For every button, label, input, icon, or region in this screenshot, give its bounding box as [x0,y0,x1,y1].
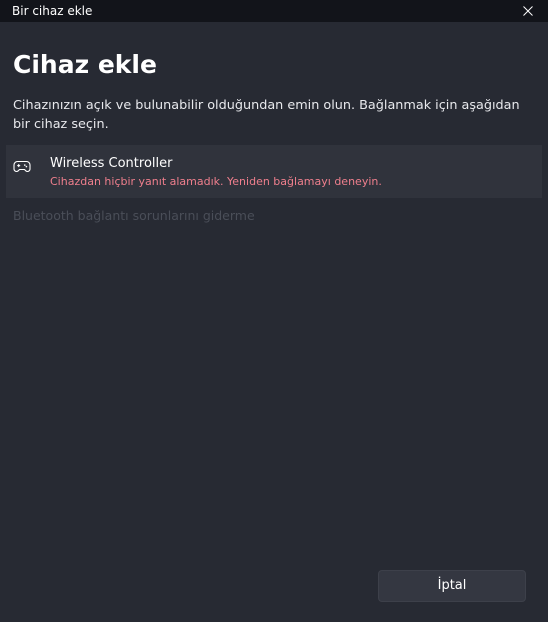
add-device-dialog: Bir cihaz ekle Cihaz ekle Cihazınızın aç… [0,0,548,622]
window-title: Bir cihaz ekle [12,4,93,18]
title-bar: Bir cihaz ekle [0,0,548,22]
device-error-status: Cihazdan hiçbir yanıt alamadık. Yeniden … [50,175,382,188]
page-title: Cihaz ekle [13,50,157,79]
device-list-item[interactable]: Wireless Controller Cihazdan hiçbir yanı… [6,145,542,198]
instruction-text: Cihazınızın açık ve bulunabilir olduğund… [13,98,520,132]
bluetooth-troubleshoot-link[interactable]: Bluetooth bağlantı sorunlarını giderme [13,208,255,224]
gamepad-icon [13,158,31,172]
close-icon [523,6,533,16]
close-button[interactable] [516,3,540,19]
cancel-button[interactable]: İptal [378,570,526,602]
device-name: Wireless Controller [50,156,173,171]
